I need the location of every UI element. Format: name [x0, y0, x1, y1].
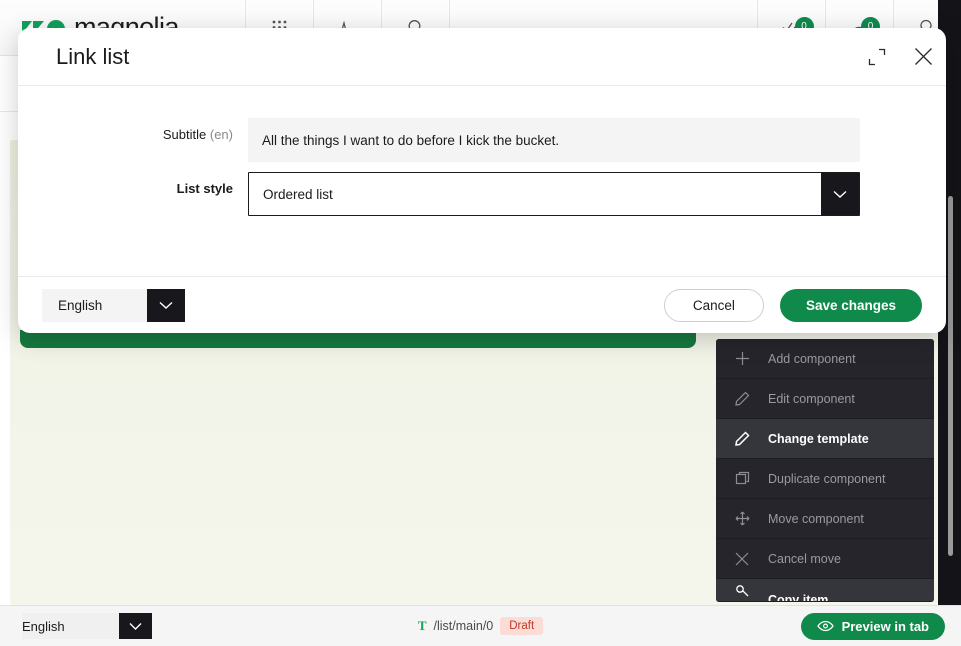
menu-item-label: Change template [768, 431, 869, 446]
dialog-body: Subtitle (en) List style Ordered list [18, 86, 946, 276]
close-icon[interactable] [900, 28, 946, 86]
menu-item-duplicate-component[interactable]: Duplicate component [716, 459, 934, 498]
menu-item-change-template[interactable]: Change template [716, 419, 934, 458]
list-style-select[interactable]: Ordered list [248, 172, 860, 216]
field-subtitle-label-text: Subtitle [162, 127, 207, 142]
menu-item-label: Copy item [768, 593, 829, 601]
statusbar-language-value: English [22, 613, 119, 639]
template-t-icon: T [417, 618, 427, 633]
app-root: magnolia 0 0 Add component Edit componen… [0, 0, 961, 646]
subtitle-input[interactable] [248, 118, 860, 162]
dialog-header: Link list [18, 28, 946, 86]
content-path: /list/main/0 [433, 619, 494, 633]
menu-item-copy-item[interactable]: Copy item [716, 579, 934, 601]
dialog-footer: English Cancel Save changes [18, 276, 946, 333]
field-subtitle-label: Subtitle (en) [18, 118, 248, 152]
menu-item-label: Cancel move [768, 551, 841, 566]
field-list-style: List style Ordered list [18, 172, 878, 216]
chevron-down-icon[interactable] [119, 613, 152, 639]
status-bar: English T /list/main/0 Draft Preview in … [0, 605, 961, 646]
menu-item-edit-component[interactable]: Edit component [716, 379, 934, 418]
menu-item-add-component[interactable]: Add component [716, 339, 934, 378]
dialog-actions: Cancel Save changes [663, 288, 922, 322]
preview-in-tab-button[interactable]: Preview in tab [800, 612, 945, 640]
close-icon [716, 552, 768, 566]
field-subtitle-locale: (en) [209, 127, 233, 142]
chevron-down-icon[interactable] [821, 173, 859, 215]
pencil-icon [716, 391, 768, 406]
menu-item-label: Add component [768, 351, 856, 366]
pencil-icon [716, 431, 768, 446]
menu-item-move-component[interactable]: Move component [716, 499, 934, 538]
move-icon [716, 511, 768, 526]
duplicate-icon [716, 471, 768, 486]
field-subtitle: Subtitle (en) [18, 118, 878, 162]
menu-item-label: Move component [768, 511, 864, 526]
statusbar-language-select[interactable]: English [22, 613, 152, 639]
cancel-button[interactable]: Cancel [663, 288, 764, 322]
menu-item-label: Duplicate component [768, 471, 886, 486]
dialog-language-select[interactable]: English [42, 288, 185, 322]
plus-icon [716, 351, 768, 366]
field-list-style-label: List style [176, 181, 233, 196]
dialog-language-value: English [42, 288, 147, 322]
eye-icon [816, 620, 834, 632]
list-style-value: Ordered list [263, 186, 333, 202]
menu-item-cancel-move[interactable]: Cancel move [716, 539, 934, 578]
menu-item-label: Edit component [768, 391, 855, 406]
dialog-title: Link list [56, 43, 130, 69]
preview-in-tab-label: Preview in tab [841, 618, 929, 634]
vertical-scrollbar[interactable] [948, 196, 953, 556]
link-list-dialog: Link list Subtitle (en) L [18, 28, 946, 333]
copy-icon [716, 583, 768, 598]
chevron-down-icon[interactable] [147, 288, 185, 322]
component-context-menu: Add component Edit component Change temp… [716, 339, 934, 602]
save-changes-button[interactable]: Save changes [779, 288, 922, 322]
expand-icon[interactable] [854, 28, 900, 86]
status-badge: Draft [500, 617, 544, 635]
